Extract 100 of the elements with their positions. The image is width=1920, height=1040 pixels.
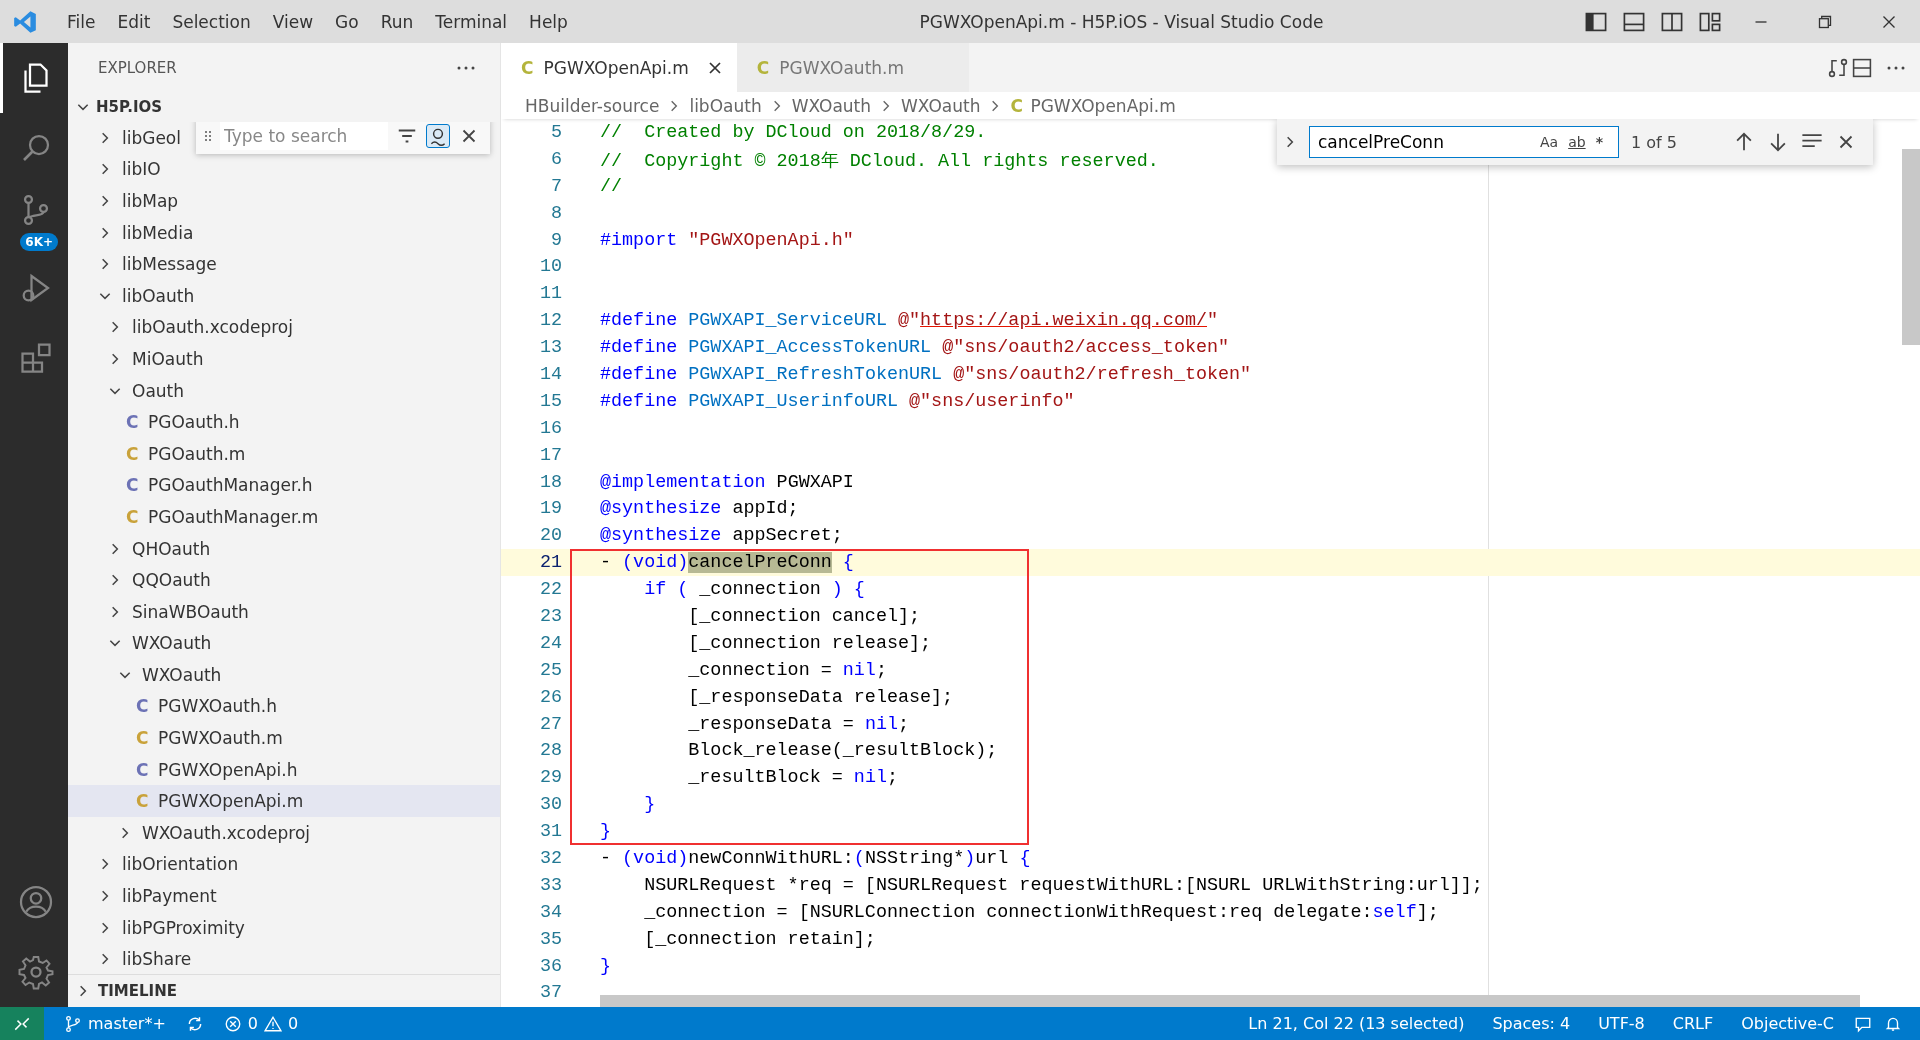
code-line: [_connection retain]; [643,928,876,950]
line-number: 34 [538,901,562,923]
status-item[interactable]: UTF-8 [1590,1014,1653,1033]
tree-item[interactable]: libPGProximity [68,911,251,944]
code-line: Block_release(_resultBlock); [687,740,998,762]
code-line: #define PGWXAPI_UserinfoURL @"sns/userinfo" [600,390,1075,412]
branch-button[interactable]: master*+ [56,1014,174,1033]
tree-item[interactable]: libIO [68,153,167,186]
menu-item[interactable]: Go [324,11,370,32]
code-line: #define PGWXAPI_AccessTokenURL @"sns/oauth2/access_token" [600,337,1230,359]
line-number: 33 [538,874,562,896]
more-actions-icon[interactable] [1886,64,1906,71]
search-field[interactable]: Type to search [220,122,388,150]
code-line: _resultBlock = nil; [687,767,898,789]
tree-item[interactable]: C PGWXOauth.h [68,690,283,723]
file-type-icon: C [126,443,138,464]
scrollbar-thumb[interactable] [1902,149,1920,345]
code-line: @synthesize appSecret; [600,525,843,547]
breadcrumb-item[interactable]: HBuilder-source [525,95,660,116]
editor-tab[interactable]: C PGWXOauth.m [736,43,969,92]
menu-item[interactable]: File [56,11,107,32]
code-line: _connection = nil; [687,659,887,681]
line-number: 23 [538,605,562,627]
menu-item[interactable]: Terminal [424,11,519,32]
tree-item[interactable]: C PGWXOauth.m [68,722,289,754]
branch-icon [64,1014,82,1033]
breadcrumb-item[interactable]: WXOauth [901,95,981,116]
tree-item[interactable]: libMedia [68,216,200,249]
line-number: 21 [538,552,562,574]
line-number: 27 [538,713,562,735]
tree-item[interactable]: MiOauth [68,343,210,375]
line-number: 19 [538,498,562,520]
window-title: PGWXOpenApi.m - H5P.iOS - Visual Studio Code [918,11,1325,32]
tree-item[interactable]: WXOauth [68,659,228,691]
tree-item[interactable]: libMap [68,185,185,217]
scrollbar-thumb[interactable] [600,995,1860,1007]
find-field[interactable]: cancelPreConn Aa ab * [1309,126,1619,158]
code-line: // [600,175,623,197]
menu-item[interactable]: Selection [161,11,262,32]
menu-item[interactable]: View [261,11,325,32]
drag-handle-icon[interactable] [204,129,212,143]
line-number: 18 [538,471,562,493]
code-line: @synthesize appId; [600,498,799,520]
status-item[interactable]: Spaces: 4 [1484,1014,1579,1033]
tree-item[interactable]: C PGOauth.m [68,437,252,470]
line-number: 29 [538,767,562,789]
status-item[interactable]: CRLF [1664,1014,1722,1033]
breadcrumb-item[interactable]: WXOauth [791,95,872,116]
menu-item[interactable]: Edit [106,11,162,32]
code-line: // Copyright © 2018年 DCloud. All rights reserved. [600,149,1159,172]
code-line: // Created by DCloud on 2018/8/29. [600,121,987,143]
code-line: [_responseData release]; [687,686,954,708]
tree-item[interactable]: C PGOauthManager.h [68,469,319,502]
account-icon[interactable] [17,884,54,920]
menu-item[interactable]: Help [518,11,579,32]
code-line: } [600,955,612,977]
tree-item[interactable]: QQOauth [68,564,217,596]
line-number: 32 [538,848,562,869]
vscode-logo-icon [12,8,38,35]
line-number: 13 [538,337,562,359]
line-number: 8 [549,202,562,224]
tree-item[interactable]: libOauth [68,279,201,312]
tree-item[interactable]: C PGWXOpenApi.m [68,785,500,818]
option-toggle[interactable]: * [1595,134,1603,150]
editor-tab[interactable]: C PGWXOpenApi.m [501,43,737,92]
file-type-icon: C [1010,95,1023,116]
menu-item[interactable]: Run [369,11,425,32]
problems-button[interactable]: 0 0 [215,1014,307,1033]
tree-item[interactable]: C PGWXOpenApi.h [68,753,304,786]
line-number: 10 [538,256,562,278]
code-line: _connection = [NSURLConnection connectionWithRequest:req delegate:self]; [643,901,1439,923]
tree-item[interactable]: libGeol [68,122,187,154]
count-badge: 6K+ [20,233,58,251]
tree-item[interactable]: libPayment [68,880,223,912]
tree-item[interactable]: C PGOauthManager.m [68,501,325,533]
tree-item[interactable]: QHOauth [68,532,217,565]
line-number: 36 [538,955,562,977]
more-actions-icon[interactable] [456,64,476,71]
fuzzy-match-icon[interactable] [426,124,450,148]
tree-item[interactable]: SinaWBOauth [68,595,255,628]
settings-icon[interactable] [17,954,54,990]
option-toggle[interactable]: Aa [1540,134,1559,150]
tree-item[interactable]: WXOauth [68,627,218,660]
status-item[interactable]: Objective-C [1733,1014,1842,1033]
tree-item[interactable]: C PGOauth.h [68,406,246,438]
line-number: 6 [549,148,562,170]
tree-item[interactable]: WXOauth.xcodeproj [68,817,317,849]
file-type-icon: C [126,475,138,496]
tree-item[interactable]: Oauth [68,374,190,407]
option-toggle[interactable]: ab [1568,134,1586,150]
tree-item[interactable]: libShare [68,943,198,974]
folder-header[interactable]: H5P.IOS [68,92,500,122]
breadcrumb-item[interactable]: PGWXOpenApi.m [1030,95,1176,116]
tree-item[interactable]: libMessage [68,248,223,280]
file-type-icon: C [136,759,148,780]
tree-item[interactable]: libOauth.xcodeproj [68,311,299,344]
remote-button[interactable] [0,1007,44,1040]
breadcrumb-item[interactable]: libOauth [689,95,762,116]
status-item[interactable]: Ln 21, Col 22 (13 selected) [1240,1014,1473,1033]
tree-item[interactable]: libOrientation [68,848,245,881]
